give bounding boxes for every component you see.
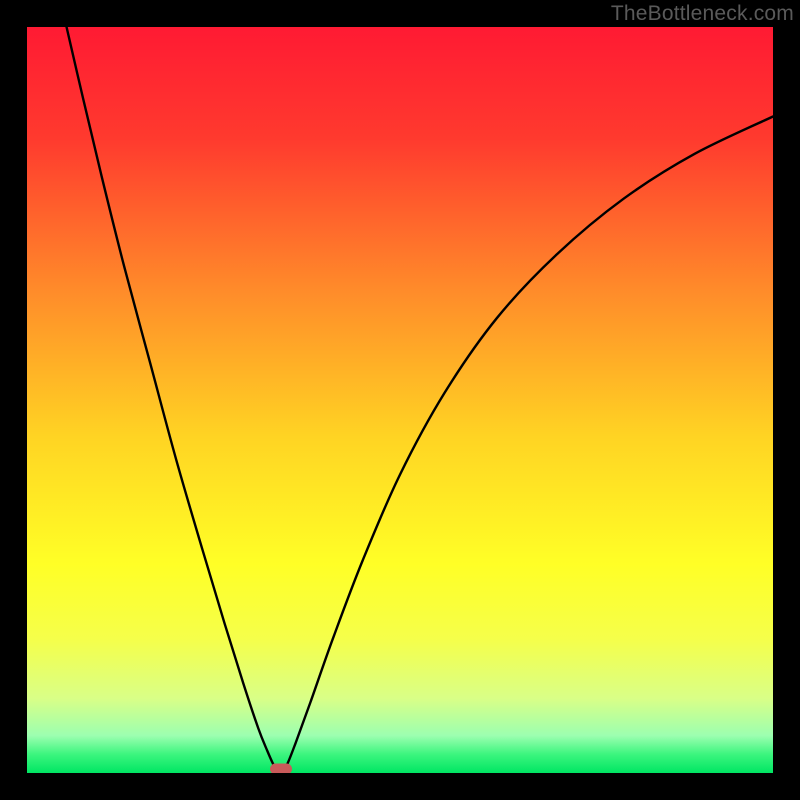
plot-area bbox=[27, 27, 773, 773]
gradient-background bbox=[27, 27, 773, 773]
chart-svg bbox=[27, 27, 773, 773]
chart-frame: TheBottleneck.com bbox=[0, 0, 800, 800]
watermark-text: TheBottleneck.com bbox=[611, 2, 794, 26]
minimum-marker bbox=[270, 764, 292, 774]
